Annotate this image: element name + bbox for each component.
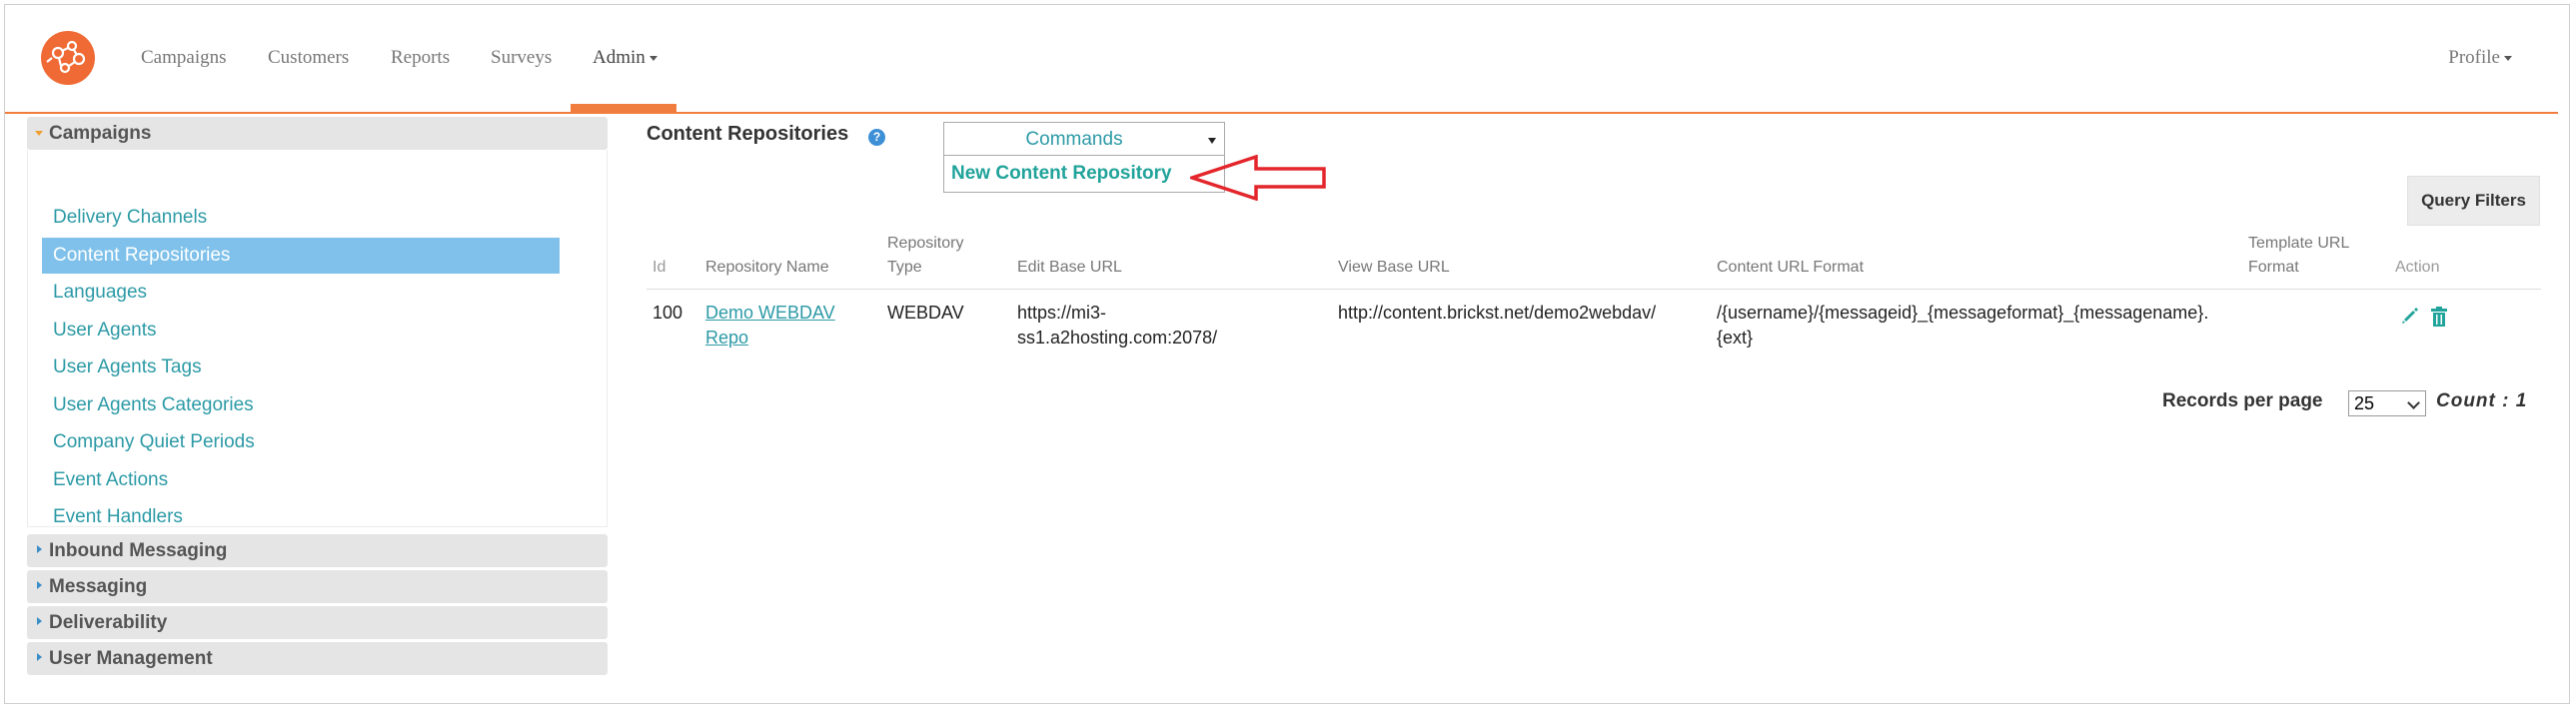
cell-view-base-url: http://content.brickst.net/demo2webdav/ xyxy=(1338,303,1657,323)
commands-label: Commands xyxy=(1025,129,1123,150)
col-header-repository-type-line2[interactable]: Type xyxy=(887,256,922,280)
sidebar-item-content-repositories[interactable]: Content Repositories xyxy=(42,238,560,274)
sidebar-item-delivery-channels[interactable]: Delivery Channels xyxy=(42,200,560,236)
collapsed-triangle-icon xyxy=(37,617,42,625)
cell-edit-base-url: https://mi3- ss1.a2hosting.com:2078/ xyxy=(1017,301,1217,351)
accordion-title: User Management xyxy=(49,648,213,669)
content-url-format-line1: /{username}/{messageid}_{messageformat}_… xyxy=(1717,303,2209,323)
records-per-page-label: Records per page xyxy=(2162,390,2323,411)
repository-name-link[interactable]: Demo WEBDAV xyxy=(705,303,835,323)
collapsed-triangle-icon xyxy=(37,581,42,589)
repository-name-link[interactable]: Repo xyxy=(705,328,748,348)
col-header-view-base-url[interactable]: View Base URL xyxy=(1338,256,1450,280)
col-header-repository-type-line1[interactable]: Repository xyxy=(887,232,963,256)
content-url-format-line2: {ext} xyxy=(1717,328,1754,348)
nav-campaigns[interactable]: Campaigns xyxy=(141,47,227,69)
count-separator: : xyxy=(2502,390,2510,411)
expanded-triangle-icon xyxy=(35,131,43,136)
accordion-title: Inbound Messaging xyxy=(49,540,228,561)
collapsed-triangle-icon xyxy=(37,653,42,661)
cell-repository-name: Demo WEBDAV Repo xyxy=(705,301,835,351)
active-nav-indicator xyxy=(571,104,676,112)
accordion-campaigns-body: Delivery Channels Content Repositories L… xyxy=(27,150,608,527)
trash-icon[interactable] xyxy=(2430,307,2448,327)
col-header-content-url-format[interactable]: Content URL Format xyxy=(1717,256,1864,280)
page-title: Content Repositories xyxy=(646,123,849,145)
accordion-campaigns[interactable]: Campaigns xyxy=(27,117,608,150)
nav-customers[interactable]: Customers xyxy=(268,47,349,69)
accordion-title: Campaigns xyxy=(49,123,152,144)
accordion-messaging[interactable]: Messaging xyxy=(27,570,608,603)
cell-id: 100 xyxy=(652,303,683,323)
sidebar-item-event-actions[interactable]: Event Actions xyxy=(42,462,560,498)
collapsed-triangle-icon xyxy=(37,545,42,553)
records-per-page-value: 25 xyxy=(2354,393,2375,413)
col-header-edit-base-url[interactable]: Edit Base URL xyxy=(1017,256,1122,280)
edit-pencil-icon[interactable] xyxy=(2401,307,2419,325)
query-filters-button[interactable]: Query Filters xyxy=(2407,176,2540,226)
caret-down-icon xyxy=(1208,138,1216,144)
sidebar-item-user-agents[interactable]: User Agents xyxy=(42,313,560,349)
accordion-title: Messaging xyxy=(49,576,148,597)
nav-admin-label: Admin xyxy=(593,47,645,68)
caret-down-icon xyxy=(2504,56,2512,62)
sidebar-item-company-quiet-periods[interactable]: Company Quiet Periods xyxy=(42,424,560,460)
app-frame: Campaigns Customers Reports Surveys Admi… xyxy=(4,4,2570,704)
sidebar-item-languages[interactable]: Languages xyxy=(42,275,560,311)
col-header-action: Action xyxy=(2395,259,2440,276)
accordion-inbound-messaging[interactable]: Inbound Messaging xyxy=(27,534,608,567)
profile-menu[interactable]: Profile xyxy=(2448,47,2512,69)
cell-repository-type: WEBDAV xyxy=(887,303,964,323)
menu-item-new-content-repository[interactable]: New Content Repository xyxy=(951,163,1172,185)
col-header-id[interactable]: Id xyxy=(652,256,665,280)
commands-menu: New Content Repository xyxy=(943,155,1225,193)
cell-content-url-format: /{username}/{messageid}_{messageformat}_… xyxy=(1717,301,2208,351)
nav-reports[interactable]: Reports xyxy=(391,47,450,69)
help-icon[interactable]: ? xyxy=(868,129,885,146)
count-label: Count xyxy=(2436,390,2496,411)
chevron-down-icon xyxy=(2407,396,2420,409)
records-per-page-select[interactable]: 25 xyxy=(2348,390,2426,416)
accordion-user-management[interactable]: User Management xyxy=(27,642,608,675)
sidebar-item-user-agents-tags[interactable]: User Agents Tags xyxy=(42,350,560,385)
red-arrow-annotation-icon xyxy=(1190,155,1326,201)
record-count: Count : 1 xyxy=(2436,390,2527,412)
accordion-deliverability[interactable]: Deliverability xyxy=(27,606,608,639)
nav-admin[interactable]: Admin xyxy=(593,47,657,69)
commands-dropdown[interactable]: Commands xyxy=(943,122,1225,156)
col-header-template-url-format-line1[interactable]: Template URL xyxy=(2248,232,2349,256)
sidebar-item-event-handlers[interactable]: Event Handlers xyxy=(42,499,560,535)
col-header-repository-name[interactable]: Repository Name xyxy=(705,256,829,280)
accordion-title: Deliverability xyxy=(49,612,168,633)
brand-logo-icon[interactable] xyxy=(41,31,95,85)
profile-label: Profile xyxy=(2448,47,2500,68)
table-header-divider xyxy=(646,289,2541,290)
count-value: 1 xyxy=(2515,390,2528,411)
sidebar: Campaigns Delivery Channels Content Repo… xyxy=(27,117,608,678)
sidebar-item-user-agents-categories[interactable]: User Agents Categories xyxy=(42,387,560,423)
edit-base-url-line1: https://mi3- xyxy=(1017,303,1107,323)
col-header-template-url-format-line2[interactable]: Format xyxy=(2248,256,2299,280)
caret-down-icon xyxy=(648,56,657,62)
nav-surveys[interactable]: Surveys xyxy=(491,47,552,69)
edit-base-url-line2: ss1.a2hosting.com:2078/ xyxy=(1017,328,1218,348)
top-navbar: Campaigns Customers Reports Surveys Admi… xyxy=(5,5,2558,114)
